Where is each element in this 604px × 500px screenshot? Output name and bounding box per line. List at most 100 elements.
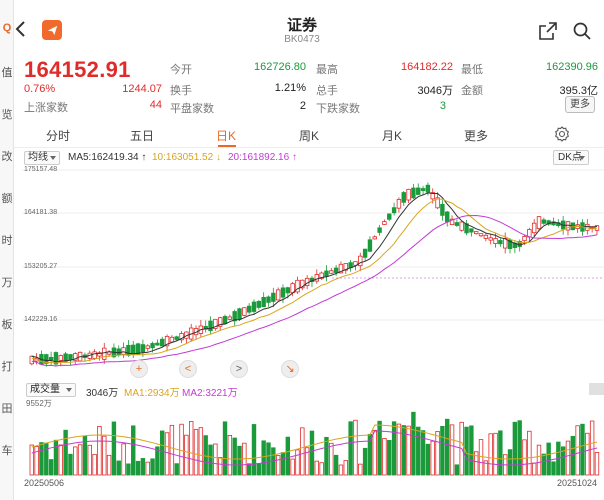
tab-more[interactable]: 更多 [464, 127, 488, 144]
flat-count-label: 平盘家数 [170, 103, 214, 115]
candle-body [367, 239, 373, 252]
left-strip-label: 车 [1, 445, 13, 457]
open-value: 162726.80 [254, 61, 306, 73]
volume-bar [256, 463, 262, 476]
volume-bar [48, 459, 54, 476]
candle-body [155, 342, 160, 346]
volume-bar [372, 429, 377, 476]
price-axis-label: 142229.16 [24, 316, 58, 323]
volume-value: 3046万 [417, 85, 453, 97]
volume-bar [546, 442, 551, 476]
volume-bar [488, 433, 493, 476]
candle-body [150, 343, 155, 349]
candle-body [314, 274, 319, 282]
volume-bar [179, 423, 184, 476]
candle-body [420, 188, 426, 191]
volume-bar [77, 444, 83, 476]
volume-bar [498, 430, 503, 476]
settings-gear-icon[interactable] [554, 126, 570, 142]
volume-bar [203, 435, 208, 476]
candle-body [135, 343, 141, 355]
tab-intraday[interactable]: 分时 [46, 127, 70, 144]
volume-bar [522, 439, 527, 476]
volume-bar [425, 443, 431, 476]
candle-body [411, 187, 416, 199]
candle-body [242, 307, 247, 316]
volume-bar [53, 439, 59, 476]
left-strip-label: 时 [1, 235, 13, 247]
volume-bar [531, 462, 537, 476]
volume-chart [29, 411, 600, 476]
candle-body [169, 336, 175, 343]
tab-monthly-k[interactable]: 月K [382, 127, 402, 144]
volume-bar [140, 458, 146, 476]
candle-body [459, 221, 464, 231]
flat-count-value: 2 [299, 100, 306, 112]
volume-bar [34, 446, 39, 476]
volume-bar [44, 442, 49, 476]
volume-bar [261, 440, 266, 476]
volume-bar [565, 440, 571, 476]
ma20-line [31, 214, 598, 367]
volume-bar [343, 460, 348, 476]
volume-expand-tab[interactable] [589, 383, 604, 395]
fullscreen-button[interactable]: ↘ [281, 360, 299, 378]
candle-body [261, 296, 266, 308]
candle-body [445, 211, 450, 223]
volume-bar [184, 434, 189, 476]
candle-body [483, 234, 489, 239]
volume-bar [300, 427, 305, 476]
volume-bar [517, 420, 522, 476]
scroll-right-button[interactable]: > [230, 360, 248, 378]
candle-body [416, 187, 421, 195]
candle-body [102, 347, 107, 360]
volume-bar [512, 421, 518, 476]
share-icon[interactable] [538, 21, 558, 41]
volume-bar [348, 421, 353, 476]
candlestick-chart[interactable] [22, 166, 604, 378]
scroll-left-button[interactable]: < [179, 360, 197, 378]
left-strip-label: 万 [1, 277, 13, 289]
tab-five-day[interactable]: 五日 [130, 127, 154, 144]
volume-bar [169, 424, 175, 476]
tab-weekly-k[interactable]: 周K [299, 127, 319, 144]
left-strip-label: 览 [1, 109, 13, 121]
open-label: 今开 [170, 64, 192, 76]
dk-point-selector[interactable]: DK点 [553, 150, 589, 165]
volume-bar [237, 445, 242, 476]
volume-bar [449, 424, 455, 476]
volume-bar [440, 425, 445, 476]
volume-bar [39, 442, 44, 476]
current-price: 164152.91 [24, 57, 131, 82]
price-axis-label: 153205.27 [24, 263, 58, 270]
volume-bar [329, 442, 334, 476]
price-axis-label: 175157.48 [24, 166, 58, 173]
volume-bar [541, 453, 547, 476]
candle-body [116, 348, 121, 355]
volume-bar [217, 457, 223, 476]
zoom-in-button[interactable]: + [130, 360, 148, 378]
candle-body [246, 305, 252, 313]
volume-bar [527, 430, 532, 476]
tab-daily-k[interactable]: 日K [216, 127, 236, 144]
rise-count-label: 上涨家数 [24, 102, 68, 114]
volume-bar [63, 429, 68, 476]
volume-bar [324, 436, 329, 476]
volume-bar [102, 435, 107, 476]
left-strip-label: 田 [1, 403, 13, 415]
volume-bar [58, 444, 63, 476]
ma5-line [31, 192, 598, 363]
indicator-selector[interactable]: 均线 [24, 151, 60, 165]
left-strip-label: 额 [1, 193, 13, 205]
candle-body [68, 354, 73, 361]
more-quote-button[interactable]: 更多 [565, 96, 595, 113]
candle-body [391, 207, 397, 214]
search-icon[interactable] [572, 21, 592, 41]
candle-body [377, 227, 382, 233]
candle-body [454, 222, 460, 226]
high-value: 164182.22 [401, 61, 453, 73]
candle-body [531, 222, 537, 234]
candle-body [488, 237, 493, 241]
volume-bar [246, 463, 252, 476]
candle-body [469, 228, 474, 233]
